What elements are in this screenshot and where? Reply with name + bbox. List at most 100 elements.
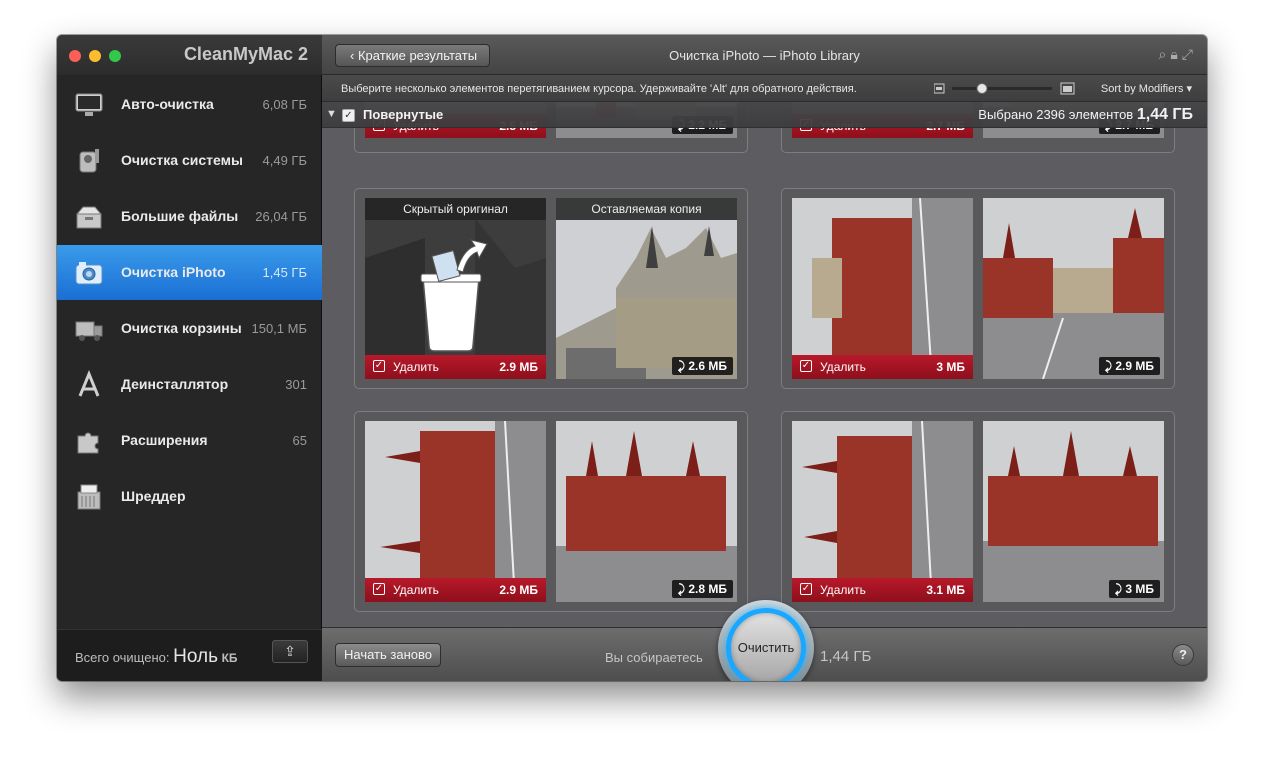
- photo-pair[interactable]: ✓ Удалить 2.9 МБ ⤸ 2.8 МБ: [354, 411, 748, 612]
- close-window-button[interactable]: [69, 50, 81, 62]
- red-square-photo-rotated: [792, 421, 973, 602]
- start-over-button[interactable]: Начать заново: [335, 643, 441, 667]
- group-title: Повернутые: [363, 107, 444, 122]
- delete-checkbox[interactable]: ✓: [373, 360, 385, 372]
- photo-pair[interactable]: ✓ Удалить 3 МБ ⤸ 2.9 МБ: [781, 188, 1175, 389]
- keep-size-badge: ⤸ 2.9 МБ: [1098, 357, 1160, 375]
- sidebar-item-label: Авто-очистка: [121, 96, 214, 112]
- photo-pair[interactable]: Скрытый оригинал ✓ Удалить 2.9 МБ Оставляе…: [354, 188, 748, 389]
- sidebar-item-label: Большие файлы: [121, 208, 239, 224]
- original-photo[interactable]: Скрытый оригинал ✓ Удалить 2.9 МБ: [365, 198, 546, 379]
- keep-size-badge: ⤸ 2.8 МБ: [671, 580, 733, 598]
- delete-size: 3 МБ: [936, 360, 965, 374]
- total-cleaned-label: Всего очищено:: [75, 650, 170, 665]
- keep-size: 2.6 МБ: [688, 359, 727, 373]
- shredder-icon: [77, 484, 101, 510]
- delete-size: 2.9 МБ: [499, 360, 538, 374]
- kept-photo[interactable]: ⤸ 2.9 МБ: [983, 198, 1164, 379]
- delete-bar[interactable]: ✓ Удалить 3.1 МБ: [792, 578, 973, 602]
- titlebar-icons: ⌕🔒︎⤢: [1159, 46, 1198, 63]
- lock-icon[interactable]: 🔒︎: [1170, 46, 1181, 62]
- delete-bar[interactable]: ✓ Удалить 3 МБ: [792, 355, 973, 379]
- fullscreen-icon[interactable]: ⤢: [1182, 46, 1197, 62]
- toolbar: Выберите несколько элементов перетягиван…: [322, 75, 1207, 102]
- keep-size: 2.9 МБ: [1115, 359, 1154, 373]
- sidebar: CleanMyMac 2 Авто-очистка 6,08 ГБ Очистк…: [57, 35, 322, 681]
- total-cleaned-value: Ноль: [173, 646, 218, 667]
- sort-label: Sort by Modifiers: [1100, 83, 1184, 95]
- red-square-photo-rotated: [792, 198, 973, 379]
- bottom-bar: Начать заново Вы собираетесь Очистить 1,…: [322, 600, 1207, 681]
- delete-checkbox[interactable]: ✓: [800, 360, 812, 372]
- sidebar-item-trash-clean[interactable]: Очистка корзины 150,1 МБ: [57, 301, 322, 356]
- original-photo[interactable]: ✓ Удалить 2.9 МБ: [365, 421, 546, 602]
- caption-kept-copy: Оставляемая копия: [556, 198, 737, 220]
- window-titlebar: Очистка iPhoto — iPhoto Library ‹ Кратки…: [322, 35, 1207, 75]
- group-checkbox[interactable]: ✓: [342, 109, 355, 122]
- clean-button[interactable]: Очистить: [726, 608, 806, 681]
- sidebar-item-iphoto-clean[interactable]: Очистка iPhoto 1,45 ГБ: [57, 245, 322, 300]
- original-photo[interactable]: ✓ Удалить 3.1 МБ: [792, 421, 973, 602]
- zoom-slider-track[interactable]: [952, 87, 1052, 90]
- red-square-photo: [983, 198, 1164, 379]
- original-photo[interactable]: ✓ Удалить 3 МБ: [792, 198, 973, 379]
- delete-checkbox[interactable]: ✓: [800, 583, 812, 595]
- main-panel: Очистка iPhoto — iPhoto Library ‹ Кратки…: [322, 35, 1207, 681]
- share-icon: ⇪: [284, 643, 296, 659]
- selection-hint: Выберите несколько элементов перетягиван…: [341, 83, 857, 95]
- red-square-photo: [556, 421, 737, 602]
- delete-bar[interactable]: ✓ Удалить 2.9 МБ: [365, 355, 546, 379]
- sidebar-item-value: 6,08 ГБ: [262, 97, 307, 112]
- kept-photo[interactable]: Оставляемая копия ⤸ 2.6 МБ: [556, 198, 737, 379]
- red-square-photo-rotated: [365, 421, 546, 602]
- sort-dropdown[interactable]: Sort by Modifiers ▾: [1101, 82, 1192, 95]
- kept-photo[interactable]: ⤸ 2.8 МБ: [556, 421, 737, 602]
- sidebar-item-shredder[interactable]: Шреддер: [57, 469, 322, 524]
- selection-size: 1,44 ГБ: [1136, 106, 1193, 123]
- zoom-slider-knob[interactable]: [976, 83, 988, 94]
- sidebar-item-auto-clean[interactable]: Авто-очистка 6,08 ГБ: [57, 77, 322, 132]
- app-store-icon: [78, 370, 100, 397]
- kept-photo[interactable]: ⤸ 3 МБ: [983, 421, 1164, 602]
- delete-label: Удалить: [393, 583, 439, 597]
- zoom-window-button[interactable]: [109, 50, 121, 62]
- caption-hidden-original: Скрытый оригинал: [365, 198, 546, 220]
- sidebar-item-label: Шреддер: [121, 488, 186, 504]
- sidebar-footer: Всего очищено: Ноль КБ ⇪: [57, 629, 322, 681]
- total-cleaned: Всего очищено: Ноль КБ: [75, 646, 238, 668]
- back-button[interactable]: ‹ Краткие результаты: [335, 44, 491, 67]
- delete-size: 3.1 МБ: [926, 583, 965, 597]
- keep-size: 3 МБ: [1125, 582, 1154, 596]
- you-will-label: Вы собираетесь: [605, 650, 703, 665]
- sidebar-item-label: Очистка iPhoto: [121, 264, 226, 280]
- chevron-down-icon: ▾: [1186, 83, 1192, 95]
- total-cleaned-unit: КБ: [221, 651, 238, 665]
- vacuum-icon: [79, 149, 99, 173]
- keep-size-badge: ⤸ 3 МБ: [1108, 580, 1160, 598]
- truck-icon: [75, 321, 103, 341]
- monitor-icon: [75, 93, 103, 116]
- clean-size: 1,44 ГБ: [820, 648, 872, 665]
- sidebar-item-value: 4,49 ГБ: [262, 153, 307, 168]
- minimize-window-button[interactable]: [89, 50, 101, 62]
- sidebar-titlebar: CleanMyMac 2: [57, 35, 322, 75]
- sidebar-item-large-files[interactable]: Большие файлы 26,04 ГБ: [57, 189, 322, 244]
- selection-summary: Выбрано 2396 элементов 1,44 ГБ: [978, 106, 1193, 124]
- sidebar-item-value: 26,04 ГБ: [255, 209, 307, 224]
- share-button[interactable]: ⇪: [272, 640, 308, 663]
- group-header: ▼ ✓ Повернутые Выбрано 2396 элементов 1,…: [322, 102, 1207, 128]
- zoom-slider[interactable]: [934, 82, 1114, 96]
- delete-bar[interactable]: ✓ Удалить 2.9 МБ: [365, 578, 546, 602]
- delete-label: Удалить: [393, 360, 439, 374]
- sidebar-item-uninstaller[interactable]: Деинсталлятор 301: [57, 357, 322, 412]
- sidebar-item-system-clean[interactable]: Очистка системы 4,49 ГБ: [57, 133, 322, 188]
- sidebar-item-label: Очистка системы: [121, 152, 243, 168]
- delete-checkbox[interactable]: ✓: [373, 583, 385, 595]
- help-button[interactable]: ?: [1172, 644, 1194, 666]
- sidebar-item-value: 65: [292, 433, 307, 448]
- sidebar-item-extensions[interactable]: Расширения 65: [57, 413, 322, 468]
- photo-pair[interactable]: ✓ Удалить 3.1 МБ ⤸ 3 МБ: [781, 411, 1175, 612]
- search-icon[interactable]: ⌕: [1159, 46, 1171, 62]
- gum-photo: [556, 198, 737, 379]
- disclosure-triangle-icon[interactable]: ▼: [326, 108, 337, 120]
